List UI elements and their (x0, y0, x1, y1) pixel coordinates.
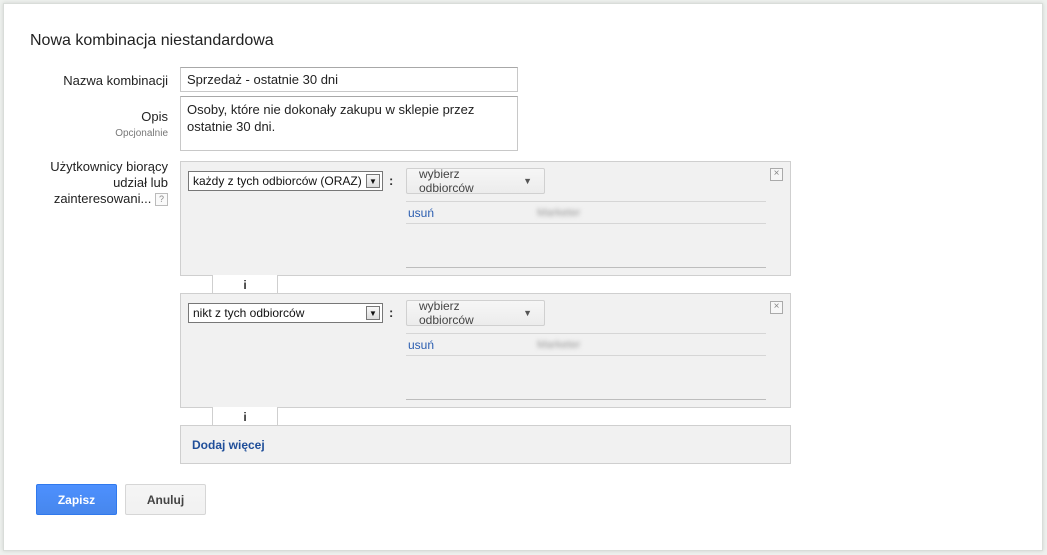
group-2-remove-link[interactable]: usuń (408, 338, 434, 352)
select-arrow-icon[interactable]: ▼ (366, 174, 380, 188)
combination-name-input[interactable] (180, 67, 518, 92)
add-more-panel (180, 425, 791, 464)
group-2-divider-top (406, 333, 766, 334)
connector-2-label: i (243, 410, 247, 424)
name-label: Nazwa kombinacji (63, 73, 168, 88)
users-label: Użytkownicy biorący udział lub zainteres… (20, 159, 168, 207)
group-2-divider-bottom (406, 399, 766, 400)
group-1-colon: : (389, 173, 394, 188)
group-1-divider-bottom (406, 267, 766, 268)
chevron-down-icon: ▼ (523, 308, 532, 318)
connector-1-label: i (243, 278, 247, 292)
users-label-line1: Użytkownicy biorący (50, 159, 168, 174)
group-1-choose-audience-button[interactable]: wybierz odbiorców ▼ (406, 167, 545, 195)
group-1-close-icon[interactable]: × (770, 168, 783, 181)
group-2-close-icon[interactable]: × (770, 301, 783, 314)
group-1-divider-mid (406, 223, 766, 224)
group-1-condition-select[interactable]: każdy z tych odbiorców (ORAZ) ▼ (188, 171, 383, 191)
description-optional-label: Opcjonalnie (115, 128, 168, 139)
users-label-line3: zainteresowani... (53, 191, 152, 206)
group-2-colon: : (389, 305, 394, 320)
connector-1: i (212, 275, 278, 294)
group-2-audience-name: Marketer (537, 339, 581, 351)
users-label-line2: udział lub (113, 175, 168, 190)
group-1-remove-link[interactable]: usuń (408, 206, 434, 220)
save-button[interactable]: Zapisz (36, 484, 117, 515)
group-1-choose-audience-label: wybierz odbiorców (419, 167, 474, 195)
group-2-choose-audience-label: wybierz odbiorców (419, 299, 474, 327)
users-label-line3-row: zainteresowani... ? (20, 191, 168, 207)
add-more-link[interactable]: Dodaj więcej (192, 438, 265, 452)
description-label: Opis (141, 109, 168, 124)
chevron-down-icon: ▼ (523, 176, 532, 186)
group-1-divider-top (406, 201, 766, 202)
cancel-button[interactable]: Anuluj (125, 484, 206, 515)
select-arrow-icon[interactable]: ▼ (366, 306, 380, 320)
group-2-condition-value: nikt z tych odbiorców (193, 306, 305, 320)
group-1-condition-value: każdy z tych odbiorców (ORAZ) (193, 174, 362, 188)
group-1-audience-name: Marketer (537, 207, 581, 219)
group-2-divider-mid (406, 355, 766, 356)
group-2-choose-audience-button[interactable]: wybierz odbiorców ▼ (406, 299, 545, 327)
page-title: Nowa kombinacja niestandardowa (30, 32, 274, 49)
help-icon[interactable]: ? (155, 193, 168, 207)
connector-2: i (212, 407, 278, 426)
group-2-condition-select[interactable]: nikt z tych odbiorców ▼ (188, 303, 383, 323)
description-textarea[interactable]: Osoby, które nie dokonały zakupu w sklep… (180, 96, 518, 151)
